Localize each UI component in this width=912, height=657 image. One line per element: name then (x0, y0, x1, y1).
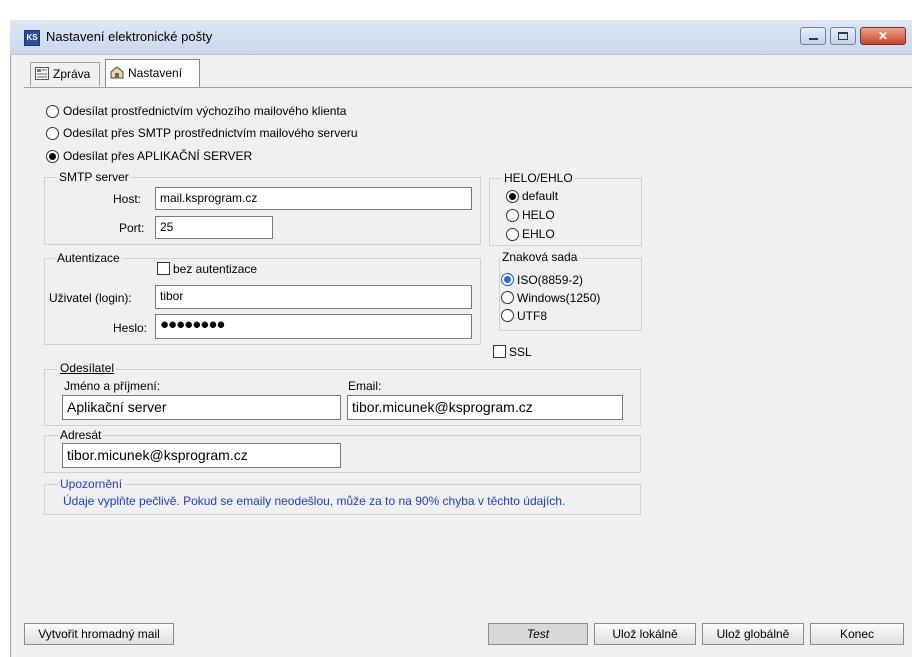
title-bar[interactable]: KS Nastavení elektronické pošty ✕ (10, 20, 912, 55)
port-label: Port: (119, 221, 145, 235)
auth-group-title: Autentizace (55, 251, 122, 265)
host-label: Host: (113, 192, 142, 206)
sender-name-label: Jméno a příjmení: (64, 379, 161, 393)
helo-group-title: HELO/EHLO (502, 171, 575, 185)
close-icon: ✕ (877, 29, 889, 43)
ssl-label: SSL (509, 345, 532, 359)
user-input[interactable]: tibor (155, 285, 472, 309)
tab-label: Nastavení (128, 66, 183, 80)
radio-helo-default[interactable] (506, 190, 519, 203)
ehlo-label: EHLO (522, 227, 555, 241)
sender-email-label: Email: (348, 379, 382, 393)
no-auth-checkbox[interactable] (157, 262, 170, 275)
tab-zprava[interactable]: Zpráva (30, 62, 100, 86)
tab-panel-border (24, 87, 912, 88)
radio-charset-windows[interactable] (501, 291, 514, 304)
radio-ehlo[interactable] (506, 228, 519, 241)
tab-label: Zpráva (53, 67, 91, 81)
settings-icon (110, 66, 124, 79)
app-icon: KS (24, 30, 40, 46)
minimize-icon (809, 38, 818, 40)
maximize-button[interactable] (830, 27, 856, 45)
ssl-checkbox[interactable] (493, 345, 506, 358)
helo-label: HELO (522, 208, 555, 222)
message-icon (35, 67, 49, 80)
radio-send-app-server[interactable] (46, 150, 59, 163)
helo-default-label: default (522, 189, 559, 203)
user-label: Uživatel (login): (49, 291, 132, 305)
save-global-button[interactable]: Ulož globálně (702, 623, 804, 645)
window-title: Nastavení elektronické pošty (46, 29, 213, 44)
notice-title: Upozornění (58, 477, 125, 491)
recipient-input[interactable]: tibor.micunek@ksprogram.cz (62, 443, 341, 468)
smtp-group-title: SMTP server (57, 170, 131, 184)
radio-charset-utf8[interactable] (501, 309, 514, 322)
sender-email-input[interactable]: tibor.micunek@ksprogram.cz (347, 395, 623, 420)
tab-nastaveni[interactable]: Nastavení (105, 59, 200, 87)
close-window-button[interactable]: ✕ (860, 27, 906, 45)
maximize-icon (838, 32, 848, 40)
test-button[interactable]: Test (488, 623, 588, 645)
port-input[interactable]: 25 (155, 216, 273, 239)
charset-windows-label: Windows(1250) (517, 291, 601, 305)
sender-group-title: Odesílatel (58, 361, 117, 375)
radio-send-default-client[interactable] (46, 105, 59, 118)
charset-group-title: Znaková sada (500, 250, 580, 264)
password-label: Heslo: (113, 321, 148, 335)
create-bulk-mail-button[interactable]: Vytvořit hromadný mail (24, 623, 174, 645)
password-input[interactable]: ●●●●●●●● (155, 314, 472, 339)
sender-name-input[interactable]: Aplikační server (62, 395, 341, 420)
charset-iso-label: ISO(8859-2) (517, 273, 584, 287)
recipient-group-title: Adresát (58, 428, 104, 442)
radio-send-smtp[interactable] (46, 127, 59, 140)
no-auth-label: bez autentizace (173, 262, 258, 276)
send-default-client-label: Odesílat prostřednictvím výchozího mailo… (63, 104, 347, 118)
save-local-button[interactable]: Ulož lokálně (594, 623, 696, 645)
radio-charset-iso[interactable] (501, 273, 514, 286)
send-smtp-label: Odesílat přes SMTP prostřednictvím mailo… (63, 126, 358, 140)
close-button[interactable]: Konec (810, 623, 904, 645)
notice-text: Údaje vyplňte pečlivě. Pokud se emaily n… (63, 494, 566, 508)
host-input[interactable]: mail.ksprogram.cz (155, 187, 472, 210)
charset-utf8-label: UTF8 (517, 309, 547, 323)
send-app-server-label: Odesílat přes APLIKAČNÍ SERVER (63, 149, 253, 163)
radio-helo[interactable] (506, 209, 519, 222)
minimize-button[interactable] (800, 27, 826, 45)
